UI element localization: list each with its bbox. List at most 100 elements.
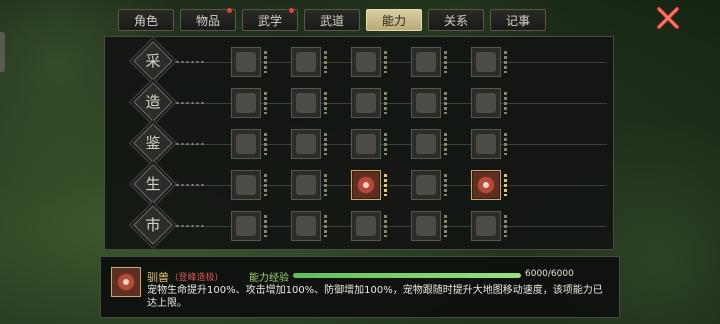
scroll-icon xyxy=(236,134,256,154)
connector-dots xyxy=(175,224,205,228)
ability-slot[interactable] xyxy=(411,129,441,159)
level-pips xyxy=(504,51,507,73)
book-icon xyxy=(296,134,316,154)
bowl-icon xyxy=(416,134,436,154)
tab-bar: 角色 物品 武学 武道 能力 关系 记事 xyxy=(118,8,546,31)
ability-slot[interactable] xyxy=(291,47,321,77)
ability-slot[interactable] xyxy=(231,129,261,159)
level-pips xyxy=(264,51,267,73)
ability-slot[interactable] xyxy=(471,47,501,77)
fishing-net-icon xyxy=(416,175,436,195)
ability-slot[interactable] xyxy=(411,47,441,77)
ability-slot[interactable] xyxy=(291,88,321,118)
category-label: 市 xyxy=(145,216,161,234)
level-pips xyxy=(444,174,447,196)
whip-icon xyxy=(356,175,376,195)
tab-label: 能力 xyxy=(381,13,406,28)
level-pips xyxy=(444,133,447,155)
notification-dot xyxy=(227,8,232,13)
level-pips xyxy=(324,133,327,155)
category-label: 鉴 xyxy=(145,134,161,152)
level-pips xyxy=(504,215,507,237)
ability-slot[interactable] xyxy=(231,211,261,241)
ability-detail-panel: 驯兽 (登峰造极) 能力经验 6000/6000 宠物生命提升100%、攻击增加… xyxy=(100,256,620,318)
level-pips xyxy=(444,51,447,73)
pot-icon xyxy=(356,93,376,113)
ability-slot[interactable] xyxy=(351,211,381,241)
level-pips xyxy=(444,215,447,237)
whip-icon xyxy=(476,175,496,195)
tab-6[interactable]: 记事 xyxy=(490,9,546,31)
ability-slot[interactable] xyxy=(291,211,321,241)
ability-row: 造 xyxy=(105,82,613,124)
coin-tray-icon xyxy=(356,216,376,236)
tab-label: 角色 xyxy=(133,13,158,28)
ability-slot[interactable] xyxy=(291,170,321,200)
side-drawer-handle[interactable] xyxy=(0,32,5,72)
exp-bar-fill xyxy=(293,273,521,278)
category-label: 造 xyxy=(145,93,161,111)
ability-row: 生 xyxy=(105,164,613,206)
ability-slot[interactable] xyxy=(471,129,501,159)
anvil-icon xyxy=(236,93,256,113)
ability-slot[interactable] xyxy=(351,170,381,200)
ability-slot[interactable] xyxy=(411,211,441,241)
tab-0[interactable]: 角色 xyxy=(118,9,174,31)
exp-bar xyxy=(293,273,521,278)
level-pips xyxy=(504,133,507,155)
close-button[interactable] xyxy=(656,6,680,30)
level-pips xyxy=(384,51,387,73)
close-x-icon xyxy=(657,7,679,29)
ability-row: 市 xyxy=(105,205,613,247)
connector-dots xyxy=(175,60,205,64)
level-pips xyxy=(324,92,327,114)
tab-2[interactable]: 武学 xyxy=(242,8,298,31)
level-pips xyxy=(504,174,507,196)
tab-label: 关系 xyxy=(443,13,468,28)
level-pips xyxy=(384,174,387,196)
ability-slot[interactable] xyxy=(471,211,501,241)
cart-icon xyxy=(416,93,436,113)
tome-icon xyxy=(476,134,496,154)
ability-slot[interactable] xyxy=(231,170,261,200)
ability-slot[interactable] xyxy=(351,88,381,118)
level-pips xyxy=(324,174,327,196)
cooking-pot-icon xyxy=(236,175,256,195)
skill-description: 宠物生命提升100%、攻击增加100%、防御增加100%，宠物跟随时提升大地图移… xyxy=(147,285,603,309)
tab-label: 武学 xyxy=(257,13,282,28)
ability-slot[interactable] xyxy=(471,88,501,118)
tab-1[interactable]: 物品 xyxy=(180,8,236,31)
cloth-icon xyxy=(296,93,316,113)
exp-value: 6000/6000 xyxy=(525,269,574,279)
exp-label: 能力经验 xyxy=(249,273,289,284)
tab-4[interactable]: 能力 xyxy=(366,9,422,31)
chest-icon xyxy=(416,216,436,236)
level-pips xyxy=(264,133,267,155)
level-pips xyxy=(504,92,507,114)
tab-3[interactable]: 武道 xyxy=(304,9,360,31)
ability-slot[interactable] xyxy=(471,170,501,200)
ability-slot[interactable] xyxy=(411,88,441,118)
ability-row: 采 xyxy=(105,41,613,83)
jar-icon xyxy=(476,52,496,72)
ability-slot[interactable] xyxy=(291,129,321,159)
ability-slot[interactable] xyxy=(411,170,441,200)
ability-slot[interactable] xyxy=(231,88,261,118)
tab-label: 物品 xyxy=(195,13,220,28)
tab-5[interactable]: 关系 xyxy=(428,9,484,31)
whip-icon xyxy=(111,267,141,297)
ore-icon xyxy=(236,52,256,72)
category-label: 采 xyxy=(145,52,161,70)
ability-slot[interactable] xyxy=(351,129,381,159)
level-pips xyxy=(384,215,387,237)
ability-slot[interactable] xyxy=(351,47,381,77)
ability-slot[interactable] xyxy=(231,47,261,77)
skill-rank: (登峰造极) xyxy=(175,273,219,283)
skill-name: 驯兽 xyxy=(147,271,169,284)
ability-row: 鉴 xyxy=(105,123,613,165)
category-label: 生 xyxy=(145,175,161,193)
level-pips xyxy=(384,92,387,114)
fence-icon xyxy=(296,175,316,195)
level-pips xyxy=(324,51,327,73)
horn-icon xyxy=(476,216,496,236)
